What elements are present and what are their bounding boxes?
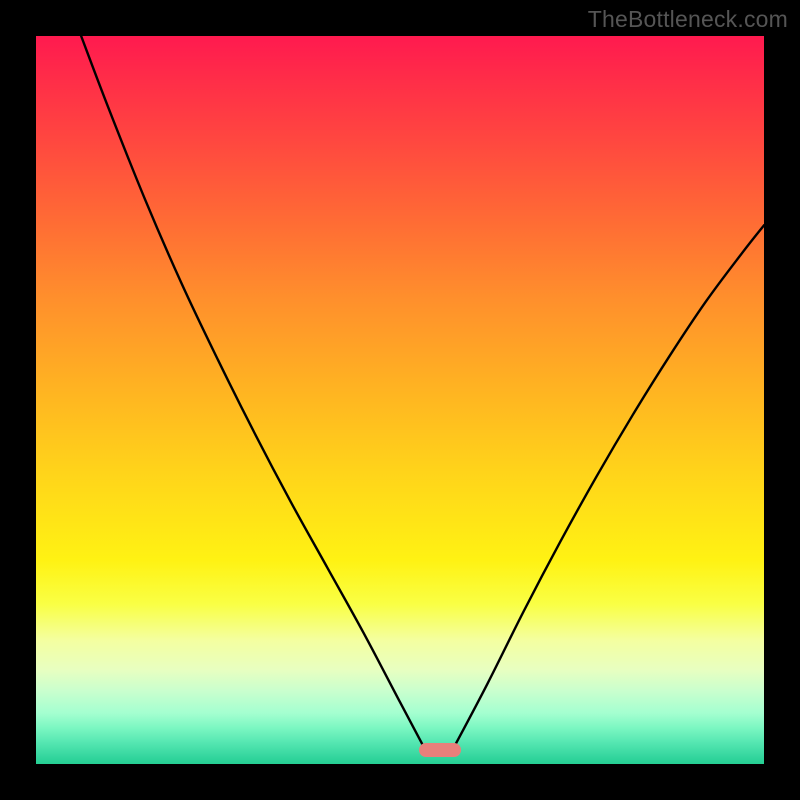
curve-svg	[36, 36, 764, 764]
chart-frame: TheBottleneck.com	[0, 0, 800, 800]
curve-right-branch	[452, 225, 764, 750]
optimum-marker	[419, 743, 461, 757]
plot-area	[36, 36, 764, 764]
curve-left-branch	[81, 36, 425, 750]
watermark-text: TheBottleneck.com	[588, 6, 788, 33]
